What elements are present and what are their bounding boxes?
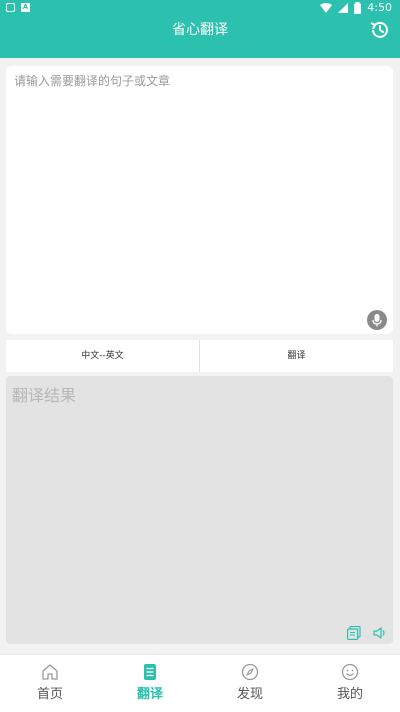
status-left: A: [6, 3, 30, 12]
status-bar: A 4:50: [0, 0, 400, 16]
input-card: [6, 66, 393, 334]
result-actions: [347, 626, 387, 640]
history-icon: [370, 21, 388, 38]
bottom-nav: 首页 翻译 发现 我的: [0, 654, 400, 712]
page-title: 省心翻译: [172, 22, 228, 38]
nav-item-translate[interactable]: 翻译: [100, 655, 200, 712]
nav-item-discover[interactable]: 发现: [200, 655, 300, 712]
copy-icon[interactable]: [347, 626, 361, 640]
status-right: 4:50: [320, 1, 392, 15]
nav-label-discover: 发现: [236, 687, 263, 702]
nav-item-profile[interactable]: 我的: [300, 655, 400, 712]
app-bar: 省心翻译: [0, 16, 400, 58]
source-text-input[interactable]: [12, 70, 387, 304]
app-notification-icon: A: [21, 3, 30, 12]
notification-icon: [6, 3, 15, 12]
nav-label-profile: 我的: [336, 687, 363, 702]
wifi-icon: [320, 3, 333, 13]
translate-button[interactable]: 翻译: [200, 340, 393, 372]
speaker-icon[interactable]: [373, 626, 387, 640]
history-button[interactable]: [368, 18, 392, 42]
voice-input-button[interactable]: [367, 310, 387, 330]
result-placeholder: 翻译结果: [12, 386, 77, 405]
action-row: 中文--英文 翻译: [6, 340, 393, 372]
nav-label-translate: 翻译: [136, 687, 163, 702]
profile-icon: [341, 663, 359, 681]
language-pair-selector[interactable]: 中文--英文: [6, 340, 199, 372]
result-card: 翻译结果: [6, 376, 393, 644]
signal-icon: [338, 3, 349, 13]
battery-icon: [354, 2, 362, 14]
nav-label-home: 首页: [36, 687, 63, 702]
status-time: 4:50: [367, 1, 392, 14]
nav-item-home[interactable]: 首页: [0, 655, 100, 712]
compass-icon: [241, 663, 259, 681]
translate-icon: [144, 664, 156, 680]
home-icon: [42, 664, 58, 680]
microphone-icon: [372, 314, 382, 327]
